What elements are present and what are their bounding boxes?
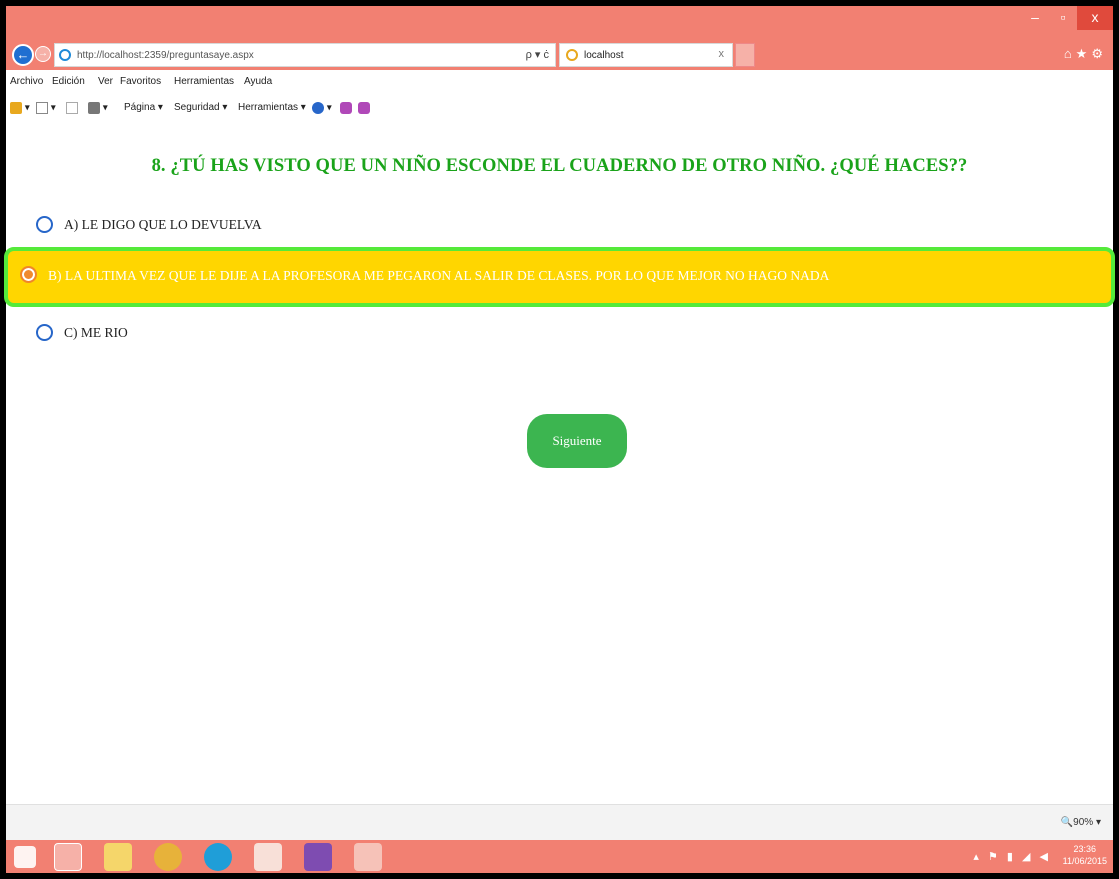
close-button[interactable]: x <box>1077 6 1113 30</box>
address-bar[interactable]: http://localhost:2359/preguntasaye.aspx … <box>54 43 556 67</box>
feeds-icon[interactable]: ▾ <box>36 102 56 114</box>
menu-ver[interactable]: Ver <box>98 76 113 87</box>
back-button[interactable]: ← <box>12 44 34 66</box>
mail-icon[interactable] <box>66 102 78 114</box>
question-title: 8. ¿TÚ HAS VISTO QUE UN NIÑO ESCONDE EL … <box>151 156 968 176</box>
ie-icon <box>59 49 71 61</box>
radio-button[interactable] <box>36 216 53 233</box>
tab-close-icon[interactable]: x <box>719 48 725 60</box>
command-bar: ▾ ▾ ▾ Página ▾ Seguridad ▾ Herramientas … <box>6 94 1113 134</box>
ie-icon <box>566 49 578 61</box>
new-tab-button[interactable] <box>735 43 755 67</box>
tools-menu[interactable]: Herramientas ▾ <box>238 102 306 113</box>
home-favorites-settings-icons[interactable]: ⌂★⚙ <box>1064 46 1107 62</box>
menu-favoritos[interactable]: Favoritos <box>120 76 161 87</box>
browser-titlebar: – ▫ x ← → http://localhost:2359/pregunta… <box>6 6 1113 70</box>
search-refresh-icons[interactable]: ρ ▾ ċ <box>526 48 549 61</box>
status-bar: 🔍90% ▾ <box>6 804 1113 840</box>
skype-icon[interactable] <box>204 843 232 871</box>
security-menu[interactable]: Seguridad ▾ <box>174 102 227 113</box>
page-menu[interactable]: Página ▾ <box>124 102 163 113</box>
tab-localhost[interactable]: localhost x <box>559 43 733 67</box>
radio-button[interactable] <box>36 324 53 341</box>
taskbar: ▴ ⚑ ▮ ◢ ◀ 23:36 11/06/2015 <box>6 840 1113 873</box>
option-c[interactable]: C) ME RIO <box>6 306 1113 362</box>
radio-button-selected[interactable] <box>20 266 37 283</box>
zoom-level[interactable]: 🔍90% ▾ <box>1061 817 1101 828</box>
chrome-icon[interactable] <box>154 843 182 871</box>
system-tray-icons[interactable]: ▴ ⚑ ▮ ◢ ◀ <box>973 850 1051 863</box>
menu-herramientas[interactable]: Herramientas <box>174 76 234 87</box>
windows-start-icon[interactable] <box>14 846 36 868</box>
option-a[interactable]: A) LE DIGO QUE LO DEVUELVA <box>6 198 1113 254</box>
menu-edicion[interactable]: Edición <box>52 76 85 87</box>
clock-date: 11/06/2015 <box>1062 856 1107 866</box>
page-content: 8. ¿TÚ HAS VISTO QUE UN NIÑO ESCONDE EL … <box>4 134 1115 804</box>
research-icon[interactable] <box>340 102 352 114</box>
clock-time: 23:36 <box>1073 844 1097 854</box>
tab-title: localhost <box>584 50 624 61</box>
address-url[interactable]: http://localhost:2359/preguntasaye.aspx <box>77 50 254 61</box>
tool-icon[interactable] <box>254 843 282 871</box>
menu-archivo[interactable]: Archivo <box>10 76 43 87</box>
option-label: B) LA ULTIMA VEZ QUE LE DIJE A LA PROFES… <box>48 268 830 283</box>
minimize-button[interactable]: – <box>1021 6 1049 30</box>
menu-bar: Archivo Edición Ver Favoritos Herramient… <box>6 70 1113 94</box>
next-button[interactable]: Siguiente <box>527 414 627 468</box>
paint-icon[interactable] <box>354 843 382 871</box>
home-icon[interactable]: ▾ <box>10 102 30 114</box>
option-label: A) LE DIGO QUE LO DEVUELVA <box>64 217 262 232</box>
option-b[interactable]: B) LA ULTIMA VEZ QUE LE DIJE A LA PROFES… <box>4 247 1115 307</box>
translate-icon[interactable] <box>358 102 370 114</box>
explorer-icon[interactable] <box>104 843 132 871</box>
forward-button[interactable]: → <box>35 46 51 62</box>
ie-taskbar-icon[interactable] <box>54 843 82 871</box>
maximize-button[interactable]: ▫ <box>1049 6 1077 30</box>
clock[interactable]: 23:36 11/06/2015 <box>1063 843 1107 867</box>
option-label: C) ME RIO <box>64 325 128 340</box>
print-icon[interactable]: ▾ <box>88 102 108 114</box>
visual-studio-icon[interactable] <box>304 843 332 871</box>
help-icon[interactable]: ▾ <box>312 102 332 114</box>
menu-ayuda[interactable]: Ayuda <box>244 76 272 87</box>
